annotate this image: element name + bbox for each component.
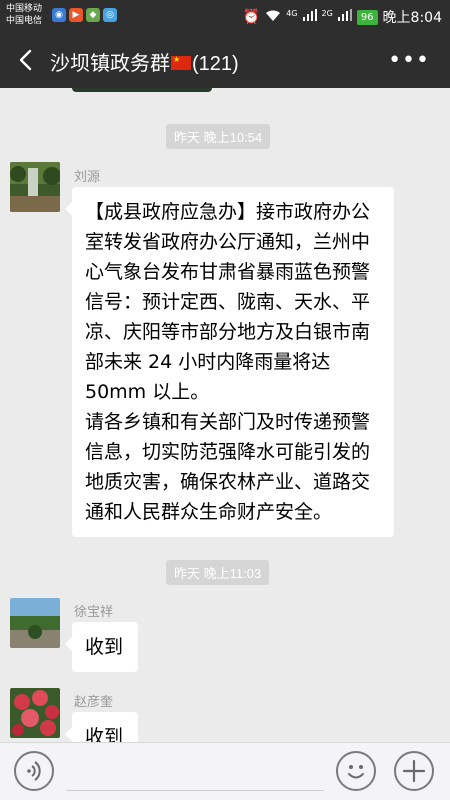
carrier-info: 中国移动 中国电信 bbox=[6, 3, 42, 27]
message-text: 请各乡镇和有关部门及时传递预警信息，切实防范强降水可能引发的地质灾害，确保农林产… bbox=[85, 411, 371, 523]
chat-area[interactable]: 昨天 晚上10:54 刘源 【成县政府应急办】接市政府办公室转发省政府办公厅通知… bbox=[0, 88, 450, 742]
avatar[interactable] bbox=[10, 162, 60, 212]
notification-icons: ◉ ▶ ◆ ◎ bbox=[52, 8, 117, 22]
timestamp: 昨天 晚上11:03 bbox=[166, 560, 270, 585]
battery-indicator: 96 bbox=[356, 9, 378, 25]
input-bar bbox=[0, 742, 450, 800]
browser-notification-icon: ◎ bbox=[103, 8, 117, 22]
video-notification-icon: ▶ bbox=[69, 8, 83, 22]
china-flag-icon: ★ bbox=[171, 55, 191, 70]
more-icon: ••• bbox=[388, 48, 430, 73]
more-options-button[interactable]: ••• bbox=[388, 48, 430, 73]
back-button[interactable] bbox=[12, 46, 40, 74]
network-type-2: 2G bbox=[321, 8, 333, 18]
avatar[interactable] bbox=[10, 688, 60, 738]
chevron-left-icon bbox=[19, 49, 32, 71]
clock: 晚上8:04 bbox=[382, 10, 442, 26]
message-text: 收到 bbox=[85, 636, 124, 658]
carrier-1: 中国移动 bbox=[6, 4, 43, 14]
message-input[interactable] bbox=[66, 753, 324, 791]
voice-button[interactable] bbox=[14, 751, 54, 791]
chat-header: 沙坝镇政务群 ★ (121) ••• bbox=[0, 34, 450, 88]
group-name: 沙坝镇政务群 bbox=[50, 53, 170, 75]
signal-icon-1 bbox=[302, 9, 317, 25]
carrier-2: 中国电信 bbox=[6, 16, 43, 26]
wifi-icon bbox=[265, 9, 281, 26]
message-bubble[interactable]: 收到 bbox=[65, 622, 138, 672]
message-bubble[interactable]: 【成县政府应急办】接市政府办公室转发省政府办公厅通知，兰州中心气象台发布甘肃省暴… bbox=[65, 187, 394, 537]
alarm-icon: ⏰ bbox=[242, 9, 261, 25]
map-notification-icon: ◆ bbox=[86, 8, 100, 22]
emoji-icon bbox=[348, 765, 364, 779]
status-right: ⏰ 4G 2G 96 晚上8:04 bbox=[243, 7, 442, 27]
voice-icon bbox=[27, 761, 41, 781]
sender-name: 赵彦奎 bbox=[74, 695, 114, 710]
chat-title[interactable]: 沙坝镇政务群 ★ (121) bbox=[50, 47, 239, 76]
timestamp: 昨天 晚上10:54 bbox=[166, 124, 271, 149]
sender-name: 徐宝祥 bbox=[74, 605, 114, 620]
app-notification-icon: ◉ bbox=[52, 8, 66, 22]
signal-icon-2 bbox=[337, 9, 352, 25]
plus-icon bbox=[402, 759, 426, 783]
network-type-1: 4G bbox=[286, 8, 298, 18]
more-actions-button[interactable] bbox=[394, 751, 434, 791]
message-text: 收到 bbox=[85, 726, 124, 742]
member-count: (121) bbox=[192, 53, 239, 75]
sender-name: 刘源 bbox=[74, 170, 101, 185]
status-bar: 中国移动 中国电信 ◉ ▶ ◆ ◎ ⏰ 4G 2G 96 晚上8:04 bbox=[0, 0, 450, 34]
emoji-button[interactable] bbox=[336, 751, 376, 791]
previous-image-message[interactable] bbox=[72, 88, 212, 92]
avatar[interactable] bbox=[10, 598, 60, 648]
message-bubble[interactable]: 收到 bbox=[65, 712, 138, 742]
message-text: 【成县政府应急办】接市政府办公室转发省政府办公厅通知，兰州中心气象台发布甘肃省暴… bbox=[85, 201, 371, 403]
